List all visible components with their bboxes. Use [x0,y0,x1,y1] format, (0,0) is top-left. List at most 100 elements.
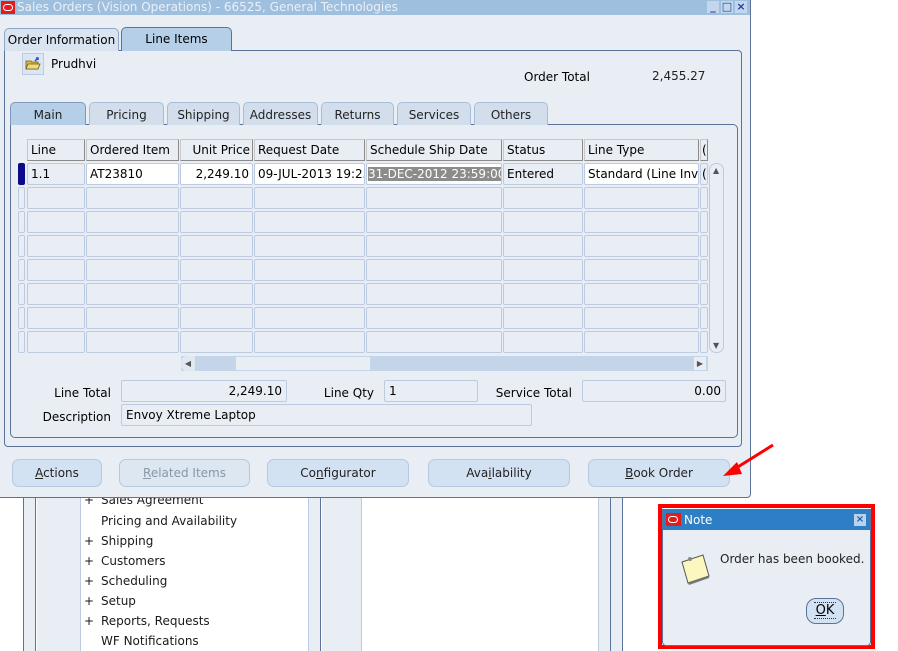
empty-cell[interactable] [503,187,583,209]
empty-cell[interactable] [366,235,502,257]
navigator-item[interactable]: + Customers [84,551,306,571]
book-order-button[interactable]: Book Order [588,459,730,487]
empty-cell[interactable] [254,307,365,329]
empty-cell[interactable] [584,259,699,281]
scroll-left-icon[interactable]: ◀ [181,356,195,371]
empty-cell[interactable] [700,283,708,305]
window-title-bar[interactable]: Sales Orders (Vision Operations) - 66525… [0,0,750,15]
column-header-unit-price[interactable]: Unit Price [180,139,253,161]
row-indicator[interactable] [18,331,25,353]
empty-cell[interactable] [86,187,179,209]
close-icon[interactable]: × [854,514,866,526]
empty-cell[interactable] [180,331,253,353]
empty-cell[interactable] [366,307,502,329]
cell-line-type[interactable]: Standard (Line Invo [584,163,699,185]
row-indicator[interactable] [18,187,25,209]
empty-cell[interactable] [254,187,365,209]
column-header-line[interactable]: Line [27,139,85,161]
empty-cell[interactable] [86,331,179,353]
empty-cell[interactable] [27,331,85,353]
cell-ordered-item[interactable]: AT23810 [86,163,179,185]
empty-cell[interactable] [366,259,502,281]
scroll-down-icon[interactable]: ▼ [713,341,719,350]
empty-cell[interactable] [180,307,253,329]
navigator-item[interactable]: + Shipping [84,531,306,551]
empty-cell[interactable] [503,211,583,233]
empty-cell[interactable] [503,259,583,281]
empty-cell[interactable] [366,331,502,353]
empty-cell[interactable] [180,259,253,281]
horizontal-scrollbar[interactable]: ◀ ▶ [181,356,708,371]
empty-cell[interactable] [584,331,699,353]
related-items-button[interactable]: Related Items [119,459,250,487]
empty-cell[interactable] [584,211,699,233]
tab-shipping[interactable]: Shipping [167,102,240,125]
cell-truncated[interactable]: ( [700,163,708,185]
tab-services[interactable]: Services [397,102,471,125]
empty-cell[interactable] [584,235,699,257]
tab-addresses[interactable]: Addresses [243,102,318,125]
empty-cell[interactable] [86,283,179,305]
minimize-icon[interactable]: _ [707,1,719,13]
empty-cell[interactable] [180,211,253,233]
tab-returns[interactable]: Returns [321,102,394,125]
line-total-field[interactable]: 2,249.10 [121,380,287,402]
cell-request-date[interactable]: 09-JUL-2013 19:25 [254,163,365,185]
description-field[interactable]: Envoy Xtreme Laptop [121,404,532,426]
line-qty-field[interactable]: 1 [384,380,478,402]
close-icon[interactable]: × [735,1,747,13]
empty-cell[interactable] [254,235,365,257]
empty-cell[interactable] [27,187,85,209]
empty-cell[interactable] [180,187,253,209]
empty-cell[interactable] [27,235,85,257]
empty-cell[interactable] [254,331,365,353]
cell-line[interactable]: 1.1 [27,163,85,185]
open-folder-button[interactable] [22,53,44,75]
row-indicator[interactable] [18,211,25,233]
cell-status[interactable]: Entered [503,163,583,185]
navigator-item[interactable]: + Reports, Requests [84,611,306,631]
empty-cell[interactable] [584,187,699,209]
empty-cell[interactable] [27,259,85,281]
ok-button[interactable]: OK [806,598,844,624]
empty-cell[interactable] [700,331,708,353]
column-header-schedule-ship-date[interactable]: Schedule Ship Date [366,139,502,161]
availability-button[interactable]: Availability [428,459,570,487]
empty-cell[interactable] [584,307,699,329]
empty-cell[interactable] [503,307,583,329]
empty-cell[interactable] [503,331,583,353]
empty-cell[interactable] [86,211,179,233]
empty-cell[interactable] [366,283,502,305]
scroll-right-icon[interactable]: ▶ [694,357,706,370]
row-indicator[interactable] [18,283,25,305]
empty-cell[interactable] [86,235,179,257]
cell-schedule-ship-date[interactable]: 31-DEC-2012 23:59:00 [366,163,502,185]
empty-cell[interactable] [700,307,708,329]
empty-cell[interactable] [700,211,708,233]
empty-cell[interactable] [180,235,253,257]
navigator-item[interactable]: Pricing and Availability [84,511,306,531]
empty-cell[interactable] [700,259,708,281]
current-row-indicator[interactable] [18,163,25,185]
scrollbar-thumb[interactable] [195,356,235,371]
maximize-icon[interactable]: □ [721,1,733,13]
empty-cell[interactable] [700,235,708,257]
empty-cell[interactable] [86,307,179,329]
empty-cell[interactable] [584,283,699,305]
empty-cell[interactable] [27,283,85,305]
scroll-up-icon[interactable]: ▲ [713,166,719,175]
column-header-truncated[interactable]: ( [700,139,708,161]
empty-cell[interactable] [27,307,85,329]
empty-cell[interactable] [366,211,502,233]
cell-unit-price[interactable]: 2,249.10 [180,163,253,185]
row-indicator[interactable] [18,235,25,257]
row-indicator[interactable] [18,259,25,281]
tab-main[interactable]: Main [10,102,86,125]
tab-others[interactable]: Others [474,102,548,125]
navigator-item[interactable]: + Scheduling [84,571,306,591]
navigator-item[interactable]: WF Notifications [84,631,306,651]
tab-line-items[interactable]: Line Items [121,27,232,51]
service-total-field[interactable]: 0.00 [582,380,726,402]
tab-pricing[interactable]: Pricing [89,102,164,125]
note-dialog-title-bar[interactable]: Note × [663,510,870,530]
